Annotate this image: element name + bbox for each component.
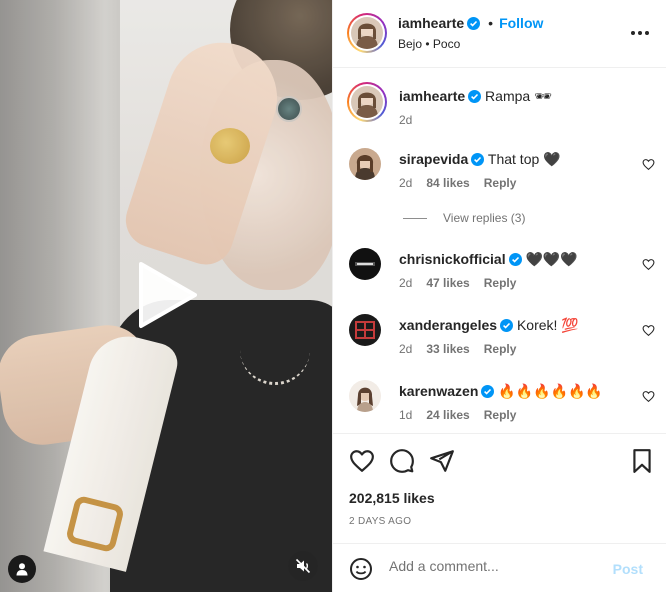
comment-row: xanderangeles Korek! 💯 2d 33 likes Reply <box>349 314 655 362</box>
post-location[interactable]: Bejo • Poco <box>398 37 460 51</box>
post-details-panel: iamhearte • Follow Bejo • Poco iamhearte… <box>332 0 666 592</box>
author-username[interactable]: iamhearte <box>398 15 464 31</box>
caption-age[interactable]: 2d <box>399 113 412 127</box>
comment-likes[interactable]: 47 likes <box>426 276 469 290</box>
comment-likes[interactable]: 24 likes <box>426 408 469 422</box>
play-icon[interactable] <box>133 260 203 330</box>
comment-text: Korek! 💯 <box>516 317 579 333</box>
more-options-icon[interactable] <box>631 26 649 40</box>
user-tag-icon[interactable] <box>8 555 36 583</box>
caption-avatar[interactable] <box>347 82 387 122</box>
follow-button[interactable]: Follow <box>499 15 543 31</box>
comment-likes[interactable]: 33 likes <box>426 342 469 356</box>
header-separator: • <box>488 15 494 31</box>
comment-likes[interactable]: 84 likes <box>426 176 469 190</box>
post-video[interactable] <box>0 0 332 592</box>
comment-avatar[interactable] <box>349 380 381 412</box>
heart-icon[interactable] <box>642 258 655 271</box>
post-actions: 202,815 likes 2 DAYS AGO <box>333 433 666 543</box>
caption-row: iamhearte Rampa 🕶 2d <box>347 82 649 130</box>
comment-text: 🔥🔥🔥🔥🔥🔥 <box>498 383 603 399</box>
speaker-muted-icon[interactable] <box>288 551 318 581</box>
comment-username[interactable]: karenwazen <box>399 383 478 399</box>
post-date[interactable]: 2 DAYS AGO <box>349 516 411 527</box>
view-replies-label: View replies (3) <box>443 211 526 225</box>
verified-badge-icon <box>471 152 485 166</box>
reply-button[interactable]: Reply <box>484 176 517 190</box>
comments-list: iamhearte Rampa 🕶 2d sirapevida That top… <box>333 69 666 433</box>
comment-row: karenwazen 🔥🔥🔥🔥🔥🔥 1d 24 likes Reply <box>349 380 655 428</box>
likes-count[interactable]: 202,815 likes <box>349 490 435 506</box>
reply-button[interactable]: Reply <box>484 342 517 356</box>
send-icon[interactable] <box>429 448 455 474</box>
comment-avatar[interactable] <box>349 148 381 180</box>
comment-avatar[interactable] <box>349 314 381 346</box>
view-replies-button[interactable]: View replies (3) <box>403 211 525 225</box>
comment-username[interactable]: xanderangeles <box>399 317 497 333</box>
comment-username[interactable]: sirapevida <box>399 151 468 167</box>
comment-row: sirapevida That top 🖤 2d 84 likes Reply <box>349 148 655 196</box>
comment-avatar[interactable] <box>349 248 381 280</box>
header-user-line: iamhearte • Follow <box>398 15 543 33</box>
comment-row: chrisnickofficial 🖤🖤🖤 2d 47 likes Reply <box>349 248 655 296</box>
heart-icon[interactable] <box>349 448 375 474</box>
comment-age[interactable]: 1d <box>399 408 412 422</box>
verified-badge-icon <box>468 89 482 103</box>
comment-icon[interactable] <box>389 448 415 474</box>
reply-button[interactable]: Reply <box>484 276 517 290</box>
caption-text: Rampa 🕶 <box>485 88 552 104</box>
verified-badge-icon <box>481 384 495 398</box>
comment-age[interactable]: 2d <box>399 276 412 290</box>
add-comment-bar: Post <box>333 543 666 592</box>
author-avatar[interactable] <box>347 13 387 53</box>
verified-badge-icon <box>500 318 514 332</box>
emoji-icon[interactable] <box>349 557 373 581</box>
heart-icon[interactable] <box>642 324 655 337</box>
post-header: iamhearte • Follow Bejo • Poco <box>333 0 666 68</box>
bookmark-icon[interactable] <box>629 448 655 474</box>
heart-icon[interactable] <box>642 390 655 403</box>
reply-button[interactable]: Reply <box>484 408 517 422</box>
comment-text: 🖤🖤🖤 <box>525 251 578 267</box>
verified-badge-icon <box>508 252 522 266</box>
heart-icon[interactable] <box>642 158 655 171</box>
verified-badge-icon <box>467 17 481 30</box>
comment-username[interactable]: chrisnickofficial <box>399 251 506 267</box>
comment-text: That top 🖤 <box>487 151 561 167</box>
comment-age[interactable]: 2d <box>399 342 412 356</box>
post-comment-button[interactable]: Post <box>613 561 643 577</box>
caption-username[interactable]: iamhearte <box>399 88 465 104</box>
comment-age[interactable]: 2d <box>399 176 412 190</box>
comment-input[interactable] <box>389 558 599 574</box>
